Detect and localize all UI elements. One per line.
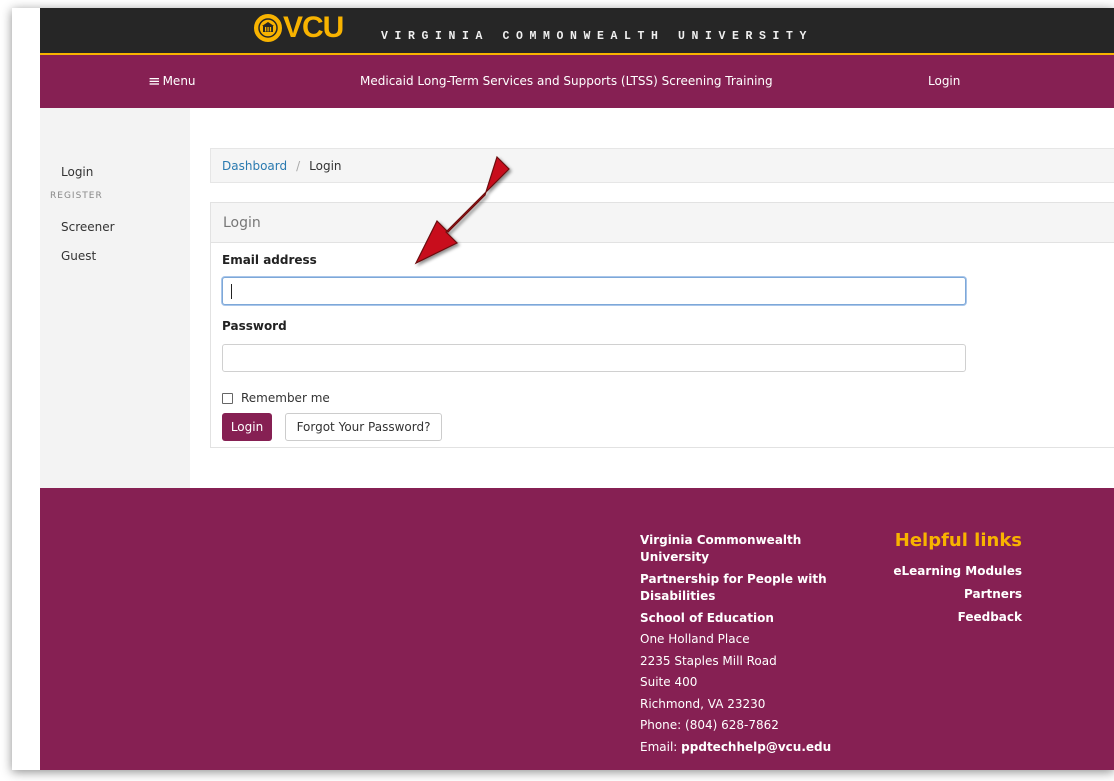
main-navbar: ≡ Menu Medicaid Long-Term Services and S… [40,55,1114,108]
footer-link-elearning[interactable]: eLearning Modules [893,560,1022,583]
footer-email: Email: ppdtechhelp@vcu.edu [640,737,850,759]
email-field[interactable] [222,277,966,305]
vcu-logo[interactable]: VCU [254,11,344,44]
sidebar-register-heading: REGISTER [50,191,103,201]
remember-me: Remember me [222,391,330,405]
footer-address: Virginia Commonwealth University Partner… [640,532,850,758]
footer-address-line: One Holland Place [640,632,750,646]
footer-address-line: Richmond, VA 23230 [640,696,766,711]
annotation-arrow-icon [414,155,510,265]
sidebar: Login REGISTER Screener Guest [40,108,190,488]
email-label: Email address [222,253,317,267]
text-caret [231,284,232,299]
footer-address-line: 2235 Staples Mill Road [640,653,777,668]
breadcrumb: Dashboard / Login [210,148,1114,183]
site-title[interactable]: Medicaid Long-Term Services and Supports… [360,74,773,88]
footer: Virginia Commonwealth University Partner… [40,488,1114,770]
login-card: Login Email address Password Remember me… [210,202,1114,448]
sidebar-item-guest[interactable]: Guest [61,249,96,263]
footer-link-partners[interactable]: Partners [893,583,1022,606]
password-field[interactable] [222,344,966,372]
university-banner: VCU VIRGINIA COMMONWEALTH UNIVERSITY [40,8,1114,55]
footer-address-line: Suite 400 [640,675,698,689]
helpful-links-title: Helpful links [894,530,1022,551]
helpful-links: Helpful links eLearning Modules Partners… [893,530,1022,629]
browser-page: VCU VIRGINIA COMMONWEALTH UNIVERSITY ≡ M… [12,8,1114,770]
remember-me-checkbox[interactable] [222,392,233,404]
sidebar-item-login[interactable]: Login [61,165,93,179]
footer-email-label: Email: [640,739,678,754]
remember-me-label[interactable]: Remember me [241,391,330,405]
menu-label: Menu [162,74,196,88]
sidebar-item-screener[interactable]: Screener [61,220,115,234]
login-button[interactable]: Login [222,413,272,441]
footer-phone: Phone: (804) 628-7862 [640,718,779,732]
footer-link-feedback[interactable]: Feedback [893,606,1022,629]
footer-email-link[interactable]: ppdtechhelp@vcu.edu [681,740,831,754]
password-label: Password [222,319,287,333]
footer-org-vcu: Virginia Commonwealth University [640,533,802,564]
footer-org-school: School of Education [640,611,774,625]
breadcrumb-current: Login [309,158,342,173]
hamburger-icon: ≡ [148,72,161,90]
logo-text: VCU [283,11,344,44]
breadcrumb-separator: / [296,158,301,173]
footer-org-partnership: Partnership for People with Disabilities [640,572,827,603]
breadcrumb-dashboard-link[interactable]: Dashboard [222,159,287,173]
menu-button[interactable]: ≡ Menu [148,72,196,90]
login-card-heading: Login [211,203,1114,243]
university-name: VIRGINIA COMMONWEALTH UNIVERSITY [381,30,814,43]
nav-login-link[interactable]: Login [928,74,960,88]
forgot-password-button[interactable]: Forgot Your Password? [285,413,442,441]
vcu-seal-icon [254,14,282,42]
